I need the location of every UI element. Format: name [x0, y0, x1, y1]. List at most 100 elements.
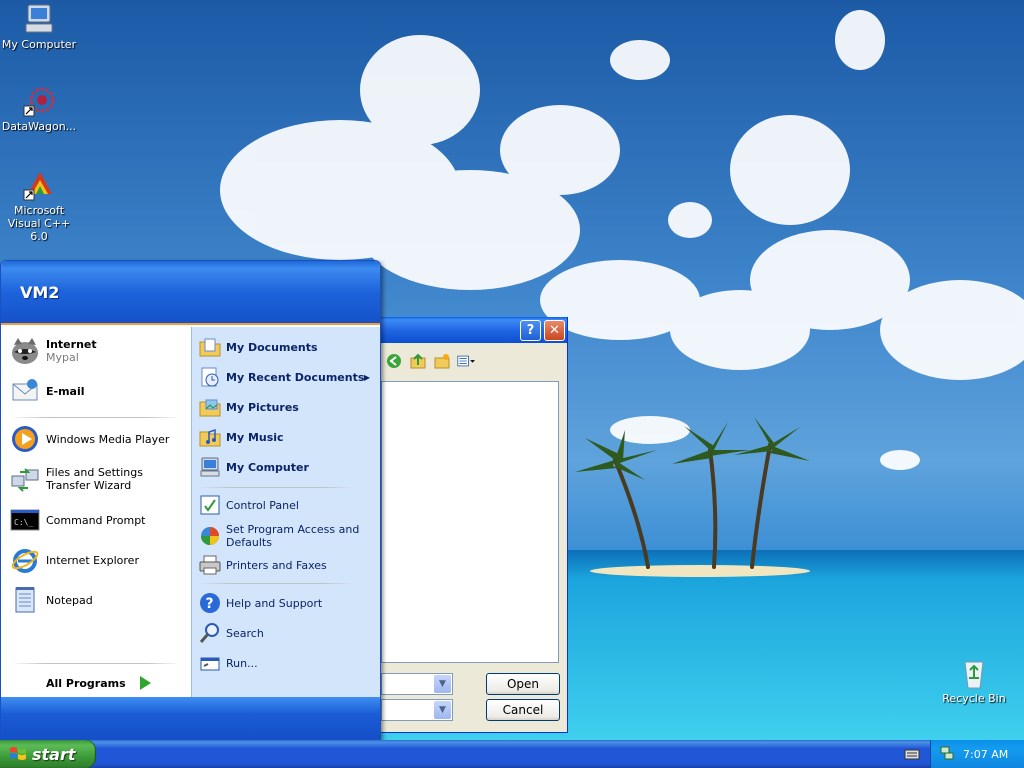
system-tray: 7:07 AM	[930, 740, 1024, 768]
new-folder-icon[interactable]	[433, 352, 451, 370]
menu-item-label: Set Program Access and Defaults	[226, 523, 360, 549]
menu-item-run[interactable]: Run...	[198, 651, 376, 675]
desktop-icon-label: My Computer	[1, 38, 77, 51]
file-list[interactable]	[381, 381, 559, 663]
all-programs-button[interactable]: All Programs	[46, 673, 154, 693]
menu-item-notepad[interactable]: Notepad	[9, 584, 187, 616]
menu-item-label: Search	[226, 626, 264, 640]
view-menu-icon[interactable]	[457, 352, 475, 370]
recycle-bin-icon	[964, 661, 984, 689]
my-computer-icon	[198, 455, 222, 479]
menu-item-my-music[interactable]: My Music	[198, 425, 376, 449]
menu-item-label: Notepad	[46, 593, 93, 607]
program-defaults-icon	[198, 524, 222, 548]
menu-item-label: E-mail	[46, 384, 85, 398]
start-button[interactable]: start	[0, 740, 96, 768]
menu-item-label: Internet Explorer	[46, 553, 139, 567]
transfer-wizard-icon	[9, 463, 41, 495]
desktop-icon-label: Microsoft Visual C++ 6.0	[7, 204, 71, 243]
menu-item-label: Control Panel	[226, 498, 299, 512]
menu-item-label: My Pictures	[226, 400, 299, 414]
menu-item-label: My Music	[226, 430, 284, 444]
run-icon	[198, 651, 222, 675]
clock[interactable]: 7:07 AM	[963, 748, 1008, 761]
menu-separator	[199, 487, 354, 488]
cancel-button[interactable]: Cancel	[486, 699, 560, 721]
menu-item-label: Help and Support	[226, 596, 323, 610]
menu-item-program-access[interactable]: Set Program Access and Defaults	[198, 523, 376, 549]
open-button[interactable]: Open	[486, 673, 560, 695]
notepad-icon	[9, 584, 41, 616]
start-menu-footer	[1, 697, 380, 739]
menu-item-label: My Recent Documents	[226, 370, 365, 384]
my-computer-icon	[25, 4, 53, 33]
menu-item-label: Command Prompt	[46, 513, 146, 527]
menu-item-control-panel[interactable]: Control Panel	[198, 493, 376, 517]
menu-item-help-support[interactable]: ? Help and Support	[198, 591, 376, 615]
menu-item-label: Internet	[46, 338, 97, 351]
menu-item-my-recent-documents[interactable]: My Recent Documents ▶	[198, 365, 376, 389]
menu-item-label: My Computer	[226, 460, 309, 474]
chevron-down-icon[interactable]: ▼	[434, 701, 451, 719]
desktop-icon-my-computer[interactable]: My Computer	[0, 2, 78, 51]
menu-separator	[11, 417, 181, 418]
file-type-combo[interactable]: ▼	[381, 699, 453, 721]
user-name: VM2	[20, 283, 60, 302]
taskbar: start 7:07 AM	[0, 740, 1024, 768]
menu-item-command-prompt[interactable]: C:\_ Command Prompt	[9, 504, 187, 536]
menu-separator	[199, 583, 354, 584]
menu-item-internet-explorer[interactable]: Internet Explorer	[9, 544, 187, 576]
svg-text:?: ?	[206, 596, 214, 612]
submenu-arrow-icon: ▶	[363, 372, 370, 382]
menu-item-transfer-wizard[interactable]: Files and Settings Transfer Wizard	[9, 463, 187, 495]
all-programs-label: All Programs	[46, 676, 126, 690]
back-icon[interactable]	[385, 352, 403, 370]
file-name-combo[interactable]: ▼	[381, 673, 453, 695]
menu-item-sublabel: Mypal	[46, 351, 79, 364]
menu-item-my-pictures[interactable]: My Pictures	[198, 395, 376, 419]
windows-logo-icon	[10, 747, 26, 760]
desktop-icon-visual-cpp[interactable]: Microsoft Visual C++ 6.0	[0, 168, 78, 243]
search-icon	[198, 621, 222, 645]
menu-item-internet[interactable]: Internet Mypal	[9, 335, 187, 367]
folder-documents-icon	[198, 335, 222, 359]
help-icon: ?	[198, 591, 222, 615]
raccoon-browser-icon	[9, 335, 41, 367]
menu-item-email[interactable]: E-mail	[9, 375, 187, 407]
desktop-icon-label: Recycle Bin	[942, 692, 1006, 705]
keyboard-icon[interactable]	[904, 747, 920, 764]
menu-item-label: Run...	[226, 656, 258, 670]
green-arrow-icon	[134, 674, 153, 692]
menu-item-label: Files and Settings Transfer Wizard	[46, 466, 143, 492]
start-label: start	[32, 744, 76, 764]
desktop-icon-recycle-bin[interactable]: Recycle Bin	[935, 656, 1013, 705]
menu-item-label: My Documents	[226, 340, 318, 354]
printer-icon	[198, 553, 222, 577]
menu-item-my-documents[interactable]: My Documents	[198, 335, 376, 359]
close-button[interactable]: ✕	[544, 320, 565, 341]
start-menu-header: VM2	[1, 261, 380, 325]
network-icon[interactable]	[939, 745, 955, 764]
chevron-down-icon[interactable]: ▼	[434, 675, 451, 693]
menu-item-label: Windows Media Player	[46, 432, 170, 446]
menu-item-windows-media-player[interactable]: Windows Media Player	[9, 423, 187, 455]
menu-item-search[interactable]: Search	[198, 621, 376, 645]
folder-pictures-icon	[198, 395, 222, 419]
help-button[interactable]: ?	[520, 320, 541, 341]
recent-documents-icon	[198, 365, 222, 389]
svg-text:C:\_: C:\_	[14, 518, 33, 527]
desktop-icon-datawagon[interactable]: DataWagon...	[0, 84, 78, 133]
menu-item-label: Printers and Faxes	[226, 558, 327, 572]
desktop-icon-label: DataWagon...	[1, 120, 77, 133]
start-menu: VM2 Internet Mypal E-mail Windows Media P…	[0, 260, 381, 740]
internet-explorer-icon	[9, 544, 41, 576]
folder-music-icon	[198, 425, 222, 449]
menu-item-printers-faxes[interactable]: Printers and Faxes	[198, 553, 376, 577]
email-icon	[9, 375, 41, 407]
media-player-icon	[9, 423, 41, 455]
menu-separator	[11, 663, 181, 664]
menu-item-my-computer[interactable]: My Computer	[198, 455, 376, 479]
dialog-toolbar	[385, 351, 475, 371]
control-panel-icon	[198, 493, 222, 517]
up-folder-icon[interactable]	[409, 352, 427, 370]
